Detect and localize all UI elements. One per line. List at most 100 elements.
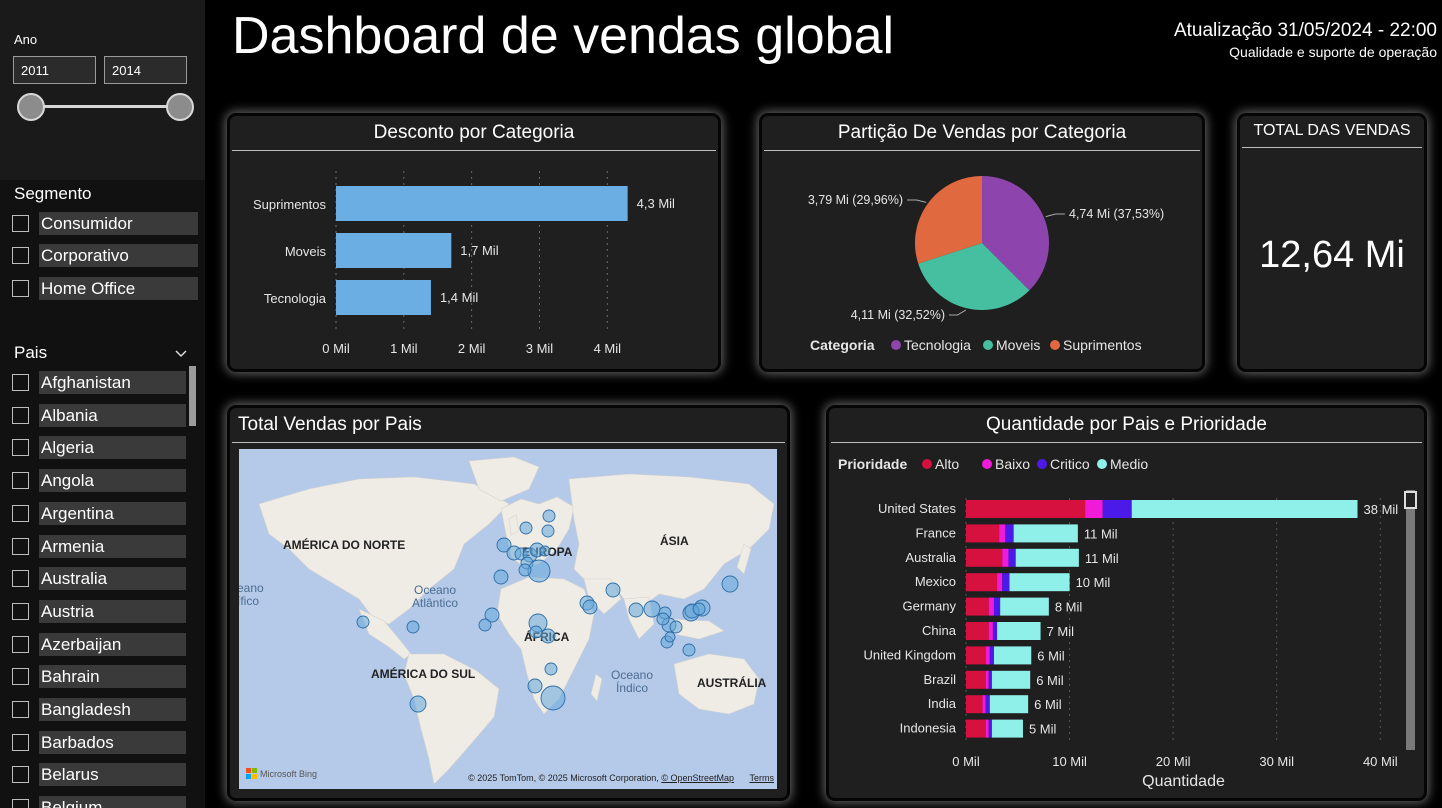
country-option[interactable]: Angola — [12, 469, 186, 493]
country-bubble[interactable] — [409, 695, 427, 713]
segment-option[interactable]: Corporativo — [12, 244, 198, 267]
quantity-by-country-priority-card[interactable]: Quantidade por Pais e Prioridade Priorid… — [826, 405, 1427, 801]
checkbox[interactable] — [12, 733, 29, 751]
bar-segment[interactable] — [991, 670, 1031, 689]
bar-segment[interactable] — [1015, 548, 1079, 567]
chevron-down-icon[interactable] — [175, 348, 187, 360]
bar-segment[interactable] — [989, 646, 994, 665]
country-bubble[interactable] — [544, 662, 558, 676]
bar-segment[interactable] — [966, 646, 986, 665]
bar-segment[interactable] — [988, 670, 992, 689]
bar-segment[interactable] — [992, 622, 998, 640]
country-bubble[interactable] — [582, 599, 598, 615]
bar-segment[interactable] — [1002, 548, 1009, 567]
legend-label[interactable]: Suprimentos — [1063, 337, 1142, 353]
bar-segment[interactable] — [1005, 524, 1014, 543]
legend-label[interactable]: Tecnologia — [904, 337, 971, 353]
country-option[interactable]: Australia — [12, 567, 186, 591]
checkbox[interactable] — [12, 602, 29, 620]
bar-segment[interactable] — [1008, 548, 1016, 567]
bar-segment[interactable] — [966, 524, 1000, 543]
checkbox[interactable] — [12, 406, 29, 424]
year-slider-start-handle[interactable] — [17, 93, 45, 121]
country-bubble[interactable] — [541, 524, 555, 538]
country-bubble[interactable] — [406, 620, 420, 634]
bar-segment[interactable] — [988, 622, 993, 640]
discount-by-category-card[interactable]: Desconto por Categoria 0 Mil 1 Mil 2 Mil 3 … — [227, 113, 721, 372]
country-option[interactable]: Afghanistan — [12, 371, 186, 394]
country-bubble[interactable] — [540, 685, 566, 711]
checkbox[interactable] — [12, 570, 29, 588]
sales-bubbles[interactable] — [239, 449, 777, 789]
legend-label[interactable]: Moveis — [996, 337, 1040, 353]
legend-label[interactable]: Critico — [1050, 456, 1090, 472]
country-bubble[interactable] — [692, 602, 706, 616]
bar-segment[interactable] — [988, 597, 994, 616]
bar[interactable] — [336, 186, 628, 221]
checkbox[interactable] — [12, 247, 29, 264]
country-bubble[interactable] — [518, 563, 532, 577]
checkbox[interactable] — [12, 280, 29, 297]
bar-segment[interactable] — [1085, 500, 1103, 518]
sales-by-country-map-card[interactable]: Total Vendas por Pais AMÉRICA DO NORTE Á… — [227, 405, 790, 801]
legend-label[interactable]: Alto — [935, 456, 959, 472]
country-bubble[interactable] — [721, 575, 739, 593]
bar-segment[interactable] — [997, 622, 1041, 640]
osm-link[interactable]: © OpenStreetMap — [661, 773, 734, 783]
bar-segment[interactable] — [985, 695, 990, 714]
legend-label[interactable]: Baixo — [995, 456, 1030, 472]
year-slider-end-handle[interactable] — [166, 93, 194, 121]
sales-by-category-card[interactable]: Partição De Vendas por Categoria 4,74 Mi… — [759, 113, 1205, 372]
country-bubble[interactable] — [682, 643, 696, 657]
country-bubble[interactable] — [356, 615, 370, 629]
bar-segment[interactable] — [1102, 500, 1132, 518]
country-bubble[interactable] — [527, 678, 543, 694]
bar-segment[interactable] — [966, 719, 986, 738]
country-bubble[interactable] — [628, 602, 644, 618]
bar[interactable] — [336, 233, 452, 268]
country-bubble[interactable] — [542, 509, 556, 523]
checkbox[interactable] — [12, 537, 29, 555]
legend-label[interactable]: Medio — [1110, 456, 1148, 472]
country-bubble[interactable] — [519, 521, 533, 535]
bar-segment[interactable] — [1013, 524, 1078, 543]
chart-scrollbar[interactable] — [1406, 490, 1415, 750]
bar-segment[interactable] — [966, 573, 998, 592]
bar-segment[interactable] — [989, 695, 1029, 714]
bar-segment[interactable] — [985, 719, 989, 738]
bar-segment[interactable] — [1002, 573, 1010, 592]
bar-segment[interactable] — [966, 622, 989, 640]
bar-segment[interactable] — [988, 719, 992, 738]
total-sales-card[interactable]: TOTAL DAS VENDAS 12,64 Mi — [1237, 113, 1427, 372]
checkbox[interactable] — [12, 504, 29, 522]
bar-segment[interactable] — [1009, 573, 1070, 592]
country-option[interactable]: Bahrain — [12, 665, 186, 689]
bar[interactable] — [336, 280, 431, 315]
bar-segment[interactable] — [1131, 500, 1358, 518]
country-option[interactable]: Azerbaijan — [12, 632, 186, 656]
country-option[interactable]: Belarus — [12, 763, 186, 787]
bar-segment[interactable] — [999, 524, 1006, 543]
bar-segment[interactable] — [966, 500, 1086, 518]
bar-segment[interactable] — [985, 646, 990, 665]
terms-link[interactable]: Terms — [750, 773, 775, 783]
bar-segment[interactable] — [1000, 597, 1049, 616]
year-to-input[interactable]: 2014 — [104, 56, 187, 84]
country-bubble[interactable] — [493, 569, 509, 585]
checkbox[interactable] — [12, 799, 29, 808]
country-option[interactable]: Argentina — [12, 501, 186, 525]
country-option[interactable]: Barbados — [12, 730, 186, 754]
country-bubble[interactable] — [529, 625, 543, 639]
checkbox[interactable] — [12, 668, 29, 686]
bar-segment[interactable] — [966, 597, 989, 616]
bar-segment[interactable] — [993, 597, 1001, 616]
checkbox[interactable] — [12, 766, 29, 784]
checkbox[interactable] — [12, 374, 29, 391]
country-option[interactable]: Belgium — [12, 796, 186, 808]
world-map[interactable]: AMÉRICA DO NORTE EUROPA ÁSIA ÁFRICA AMÉR… — [239, 449, 777, 789]
year-from-input[interactable]: 2011 — [13, 56, 96, 84]
checkbox[interactable] — [12, 701, 29, 718]
country-bubble[interactable] — [478, 618, 492, 632]
country-option[interactable]: Bangladesh — [12, 698, 186, 721]
country-bubble[interactable] — [540, 628, 556, 644]
